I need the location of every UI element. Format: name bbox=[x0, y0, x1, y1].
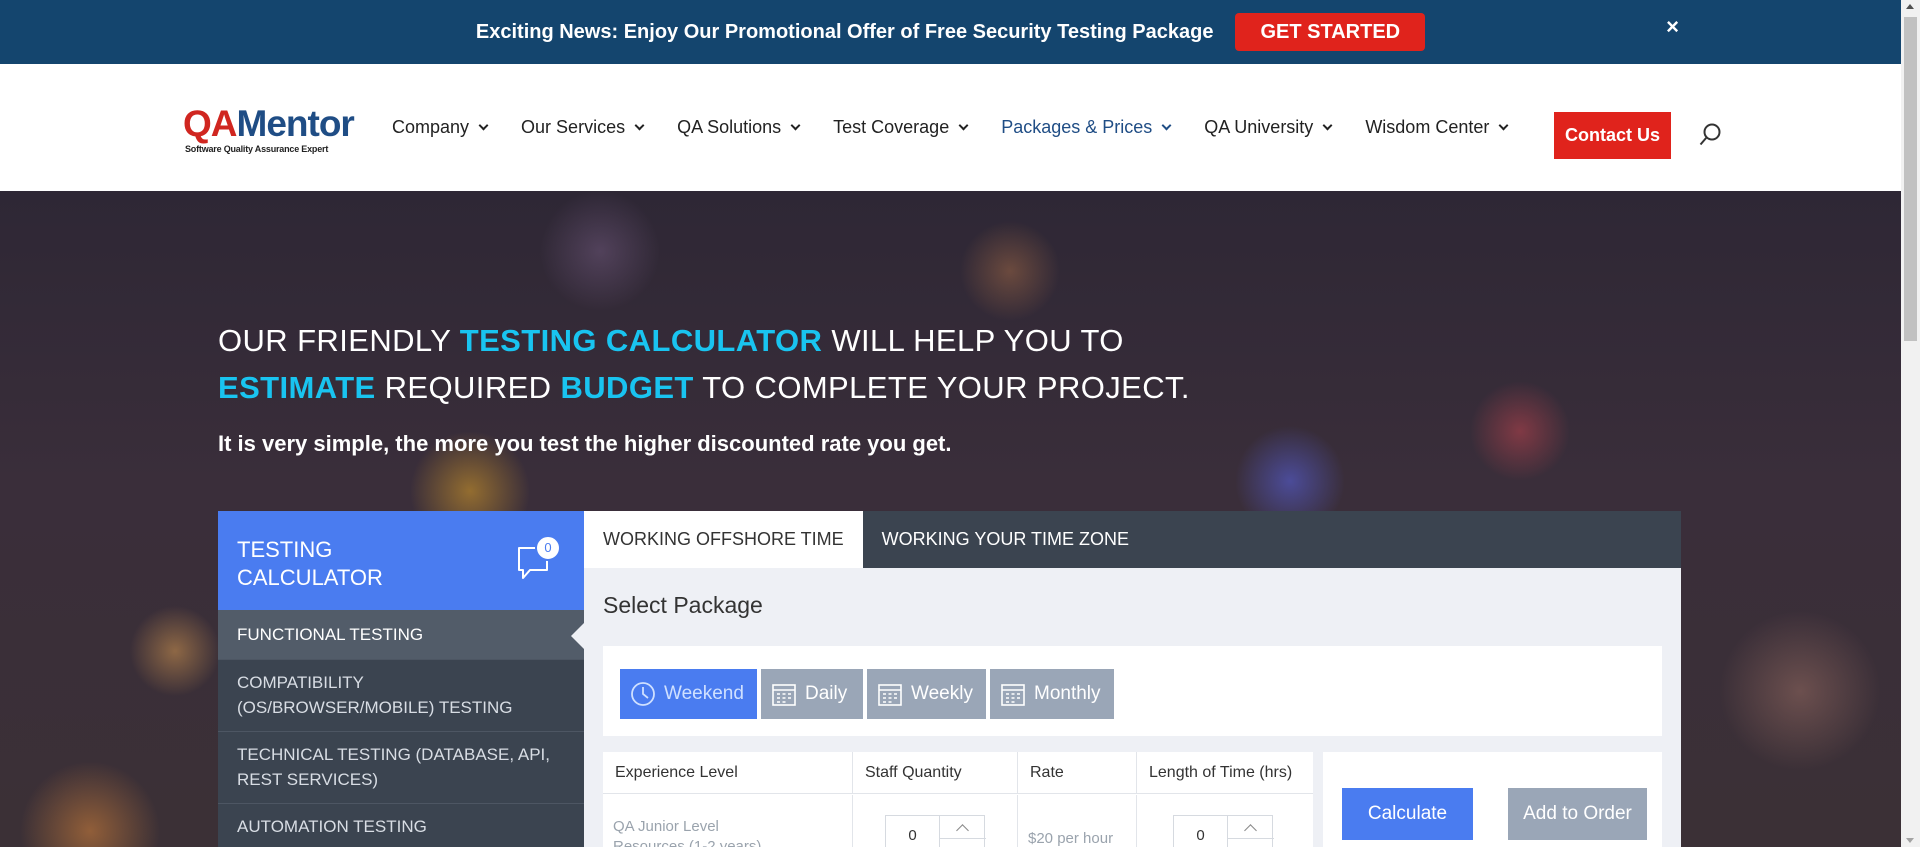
calculator-tabs: WORKING OFFSHORE TIME WORKING YOUR TIME … bbox=[584, 511, 1681, 568]
chevron-down-icon bbox=[478, 120, 489, 130]
package-monthly-button[interactable]: Monthly bbox=[990, 669, 1114, 719]
calculator-header: TESTING CALCULATOR 0 bbox=[218, 511, 584, 610]
pricing-table: Experience Level Staff Quantity Rate Len… bbox=[603, 752, 1313, 847]
chevron-down-icon bbox=[958, 120, 969, 130]
chevron-down-icon bbox=[1322, 120, 1333, 130]
sidebar-item-functional-testing[interactable]: FUNCTIONAL TESTING bbox=[218, 610, 584, 660]
logo-tagline: Software Quality Assurance Expert bbox=[185, 144, 329, 154]
select-package-title: Select Package bbox=[603, 592, 763, 618]
table-row: QA Junior Level Resources (1-2 years) bbox=[603, 795, 853, 847]
chevron-up-icon[interactable] bbox=[1244, 824, 1257, 837]
experience-level-subtext: Resources (1-2 years) bbox=[613, 838, 762, 847]
experience-level-cell: QA Junior Level bbox=[613, 818, 719, 835]
promo-banner: Exciting News: Enjoy Our Promotional Off… bbox=[0, 0, 1901, 64]
nav-item-our-services[interactable]: Our Services bbox=[521, 117, 645, 138]
chevron-up-icon[interactable] bbox=[956, 824, 969, 837]
column-header-experience-level: Experience Level bbox=[603, 752, 853, 794]
hero-title: OUR FRIENDLY TESTING CALCULATOR WILL HEL… bbox=[218, 323, 1190, 405]
search-icon[interactable] bbox=[1699, 122, 1723, 148]
site-header: QAMentor Software Quality Assurance Expe… bbox=[0, 64, 1901, 191]
column-header-staff-quantity: Staff Quantity bbox=[853, 752, 1018, 794]
nav-item-wisdom-center[interactable]: Wisdom Center bbox=[1365, 117, 1509, 138]
logo[interactable]: QAMentor Software Quality Assurance Expe… bbox=[183, 101, 358, 155]
sidebar-item-compatibility-testing[interactable]: COMPATIBILITY (OS/BROWSER/MOBILE) TESTIN… bbox=[218, 660, 584, 732]
chevron-down-icon bbox=[1498, 120, 1509, 130]
action-panel: Calculate Add to Order bbox=[1323, 752, 1662, 847]
calculator-body: Select Package Weekend Daily Weekly Mont… bbox=[584, 568, 1681, 847]
cart-count-badge: 0 bbox=[535, 535, 561, 561]
clock-icon bbox=[631, 682, 655, 706]
chevron-down-icon bbox=[1161, 120, 1172, 130]
calculate-button[interactable]: Calculate bbox=[1342, 788, 1473, 840]
calculator-sidebar: TESTING CALCULATOR 0 FUNCTIONAL TESTING … bbox=[218, 511, 584, 847]
close-icon[interactable]: × bbox=[1666, 14, 1679, 40]
staff-quantity-stepper[interactable]: 0 bbox=[885, 815, 986, 847]
nav-item-qa-university[interactable]: QA University bbox=[1204, 117, 1333, 138]
rate-cell: $20 per hour bbox=[1018, 795, 1137, 847]
chevron-down-icon bbox=[790, 120, 801, 130]
calendar-icon bbox=[772, 684, 796, 706]
hours-value[interactable]: 0 bbox=[1174, 816, 1228, 847]
staff-quantity-value[interactable]: 0 bbox=[886, 816, 940, 847]
package-weekend-button[interactable]: Weekend bbox=[620, 669, 757, 719]
page-scrollbar[interactable] bbox=[1901, 0, 1920, 847]
nav-item-test-coverage[interactable]: Test Coverage bbox=[833, 117, 969, 138]
sidebar-item-technical-testing[interactable]: TECHNICAL TESTING (DATABASE, API, REST S… bbox=[218, 732, 584, 804]
column-header-length-of-time: Length of Time (hrs) bbox=[1137, 752, 1313, 794]
sidebar-item-automation-testing[interactable]: AUTOMATION TESTING bbox=[218, 804, 584, 847]
hero-section: OUR FRIENDLY TESTING CALCULATOR WILL HEL… bbox=[0, 191, 1901, 847]
tab-working-offshore-time[interactable]: WORKING OFFSHORE TIME bbox=[584, 511, 863, 568]
get-started-button[interactable]: GET STARTED bbox=[1235, 13, 1426, 51]
scroll-down-icon[interactable] bbox=[1906, 838, 1914, 843]
hero-subtitle: It is very simple, the more you test the… bbox=[218, 431, 952, 456]
logo-wordmark: QAMentor bbox=[183, 103, 355, 144]
scroll-up-icon[interactable] bbox=[1906, 4, 1914, 9]
package-weekly-button[interactable]: Weekly bbox=[867, 669, 986, 719]
contact-us-button[interactable]: Contact Us bbox=[1554, 112, 1671, 159]
main-nav: Company Our Services QA Solutions Test C… bbox=[392, 64, 1541, 191]
package-daily-button[interactable]: Daily bbox=[761, 669, 863, 719]
nav-item-qa-solutions[interactable]: QA Solutions bbox=[677, 117, 801, 138]
tab-working-your-time-zone[interactable]: WORKING YOUR TIME ZONE bbox=[863, 511, 1148, 568]
promo-text: Exciting News: Enjoy Our Promotional Off… bbox=[475, 20, 1214, 43]
nav-item-company[interactable]: Company bbox=[392, 117, 489, 138]
calendar-icon bbox=[878, 684, 902, 706]
chevron-down-icon bbox=[634, 120, 645, 130]
calendar-icon bbox=[1001, 684, 1025, 706]
calculator-main: WORKING OFFSHORE TIME WORKING YOUR TIME … bbox=[584, 511, 1681, 847]
package-selector: Weekend Daily Weekly Monthly bbox=[603, 646, 1662, 736]
add-to-order-button[interactable]: Add to Order bbox=[1508, 788, 1647, 840]
nav-item-packages-prices[interactable]: Packages & Prices bbox=[1001, 117, 1172, 138]
hours-stepper[interactable]: 0 bbox=[1173, 815, 1274, 847]
column-header-rate: Rate bbox=[1018, 752, 1137, 794]
scrollbar-thumb[interactable] bbox=[1904, 17, 1917, 341]
